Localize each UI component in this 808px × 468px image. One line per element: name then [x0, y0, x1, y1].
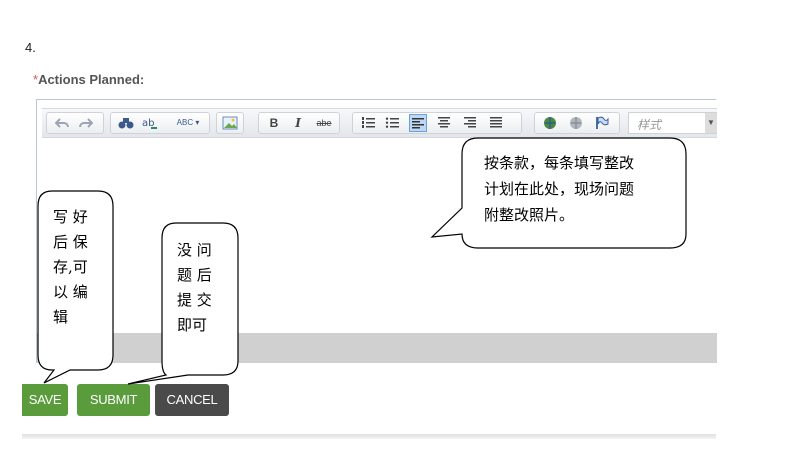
save-button[interactable]: SAVE — [22, 384, 68, 416]
numbered-list-icon[interactable] — [359, 114, 377, 132]
bold-button[interactable]: B — [265, 114, 283, 132]
align-right-icon[interactable] — [461, 114, 479, 132]
redo-icon[interactable] — [77, 114, 95, 132]
submit-button[interactable]: SUBMIT — [77, 384, 150, 416]
chevron-down-icon[interactable]: ▼ — [705, 113, 717, 133]
link-group — [534, 112, 620, 134]
strikethrough-button[interactable]: abe — [313, 114, 335, 132]
cancel-button[interactable]: CANCEL — [155, 384, 229, 416]
align-left-icon[interactable] — [409, 114, 427, 132]
align-center-icon[interactable] — [435, 114, 453, 132]
spellcheck-button[interactable]: ABC ▾ — [171, 114, 205, 132]
paragraph-group — [352, 112, 522, 134]
save-note-text: 写 好 后 保 存,可 以 编 辑 — [53, 208, 88, 326]
flag-icon[interactable] — [593, 114, 611, 132]
history-group — [46, 112, 104, 134]
editor-toolbar: ab ABC ▾ B I abe 样式 ▼ — [42, 108, 717, 138]
section-divider — [22, 434, 716, 439]
bulleted-list-icon[interactable] — [383, 114, 401, 132]
field-label-text: Actions Planned: — [38, 72, 145, 87]
submit-note-text: 没 问 题 后 提 交 即可 — [177, 241, 212, 334]
find-replace-icon[interactable]: ab — [141, 114, 159, 132]
image-group — [216, 112, 244, 134]
field-label-actions-planned: *Actions Planned: — [33, 72, 144, 87]
format-group: B I abe — [258, 112, 340, 134]
unlink-icon[interactable] — [567, 114, 585, 132]
chevron-down-icon: ▾ — [193, 118, 200, 127]
step-number: 4. — [25, 40, 36, 55]
editor-note-text: 按条款，每条填写整改 计划在此处，现场问题 附整改照片。 — [484, 154, 635, 224]
link-icon[interactable] — [541, 114, 559, 132]
undo-icon[interactable] — [53, 114, 71, 132]
image-icon[interactable] — [221, 114, 239, 132]
editor-status-bar — [37, 333, 717, 363]
style-select[interactable]: 样式 ▼ — [628, 112, 717, 134]
tools-group: ab ABC ▾ — [110, 112, 210, 134]
italic-button[interactable]: I — [289, 114, 307, 132]
spellcheck-label: ABC — [176, 118, 194, 127]
binoculars-icon[interactable] — [117, 114, 135, 132]
align-justify-icon[interactable] — [487, 114, 505, 132]
style-placeholder: 样式 — [637, 118, 662, 132]
rich-text-editor: ab ABC ▾ B I abe 样式 ▼ — [36, 99, 717, 363]
